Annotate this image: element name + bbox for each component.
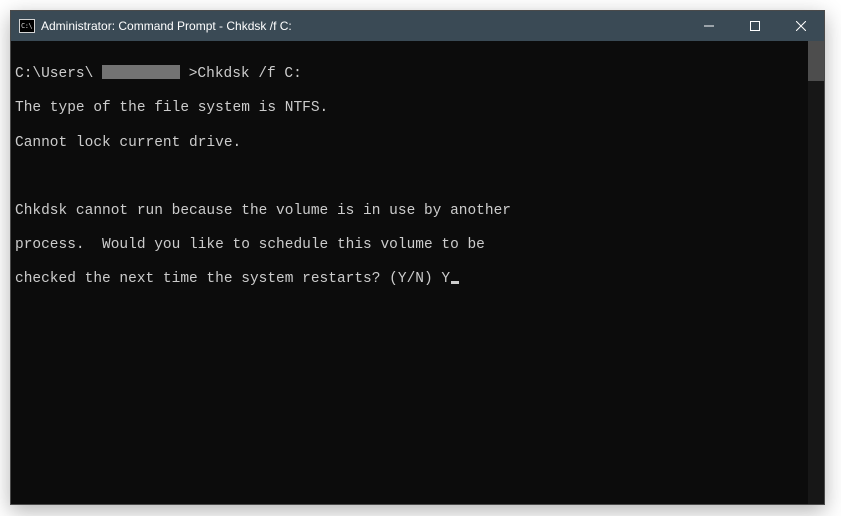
- command-prompt-icon: C:\: [19, 19, 35, 33]
- output-line: Chkdsk cannot run because the volume is …: [15, 203, 804, 220]
- window-controls: [686, 11, 824, 41]
- terminal-output: C:\Users\ >Chkdsk /f C: The type of the …: [11, 41, 808, 504]
- terminal-body[interactable]: C:\Users\ >Chkdsk /f C: The type of the …: [11, 41, 824, 504]
- vertical-scrollbar[interactable]: [808, 41, 824, 504]
- maximize-icon: [750, 21, 760, 31]
- output-line: The type of the file system is NTFS.: [15, 100, 804, 117]
- output-line: checked the next time the system restart…: [15, 271, 441, 287]
- user-response: Y: [441, 271, 450, 287]
- close-button[interactable]: [778, 11, 824, 41]
- redacted-username: [102, 65, 180, 79]
- minimize-icon: [704, 21, 714, 31]
- titlebar[interactable]: C:\ Administrator: Command Prompt - Chkd…: [11, 11, 824, 41]
- output-line: Cannot lock current drive.: [15, 135, 804, 152]
- command-input: Chkdsk /f C:: [197, 66, 301, 82]
- output-line: process. Would you like to schedule this…: [15, 237, 804, 254]
- minimize-button[interactable]: [686, 11, 732, 41]
- prompt-path-prefix: C:\Users\: [15, 66, 102, 82]
- prompt-path-suffix: >: [180, 66, 197, 82]
- command-prompt-window: C:\ Administrator: Command Prompt - Chkd…: [10, 10, 825, 505]
- close-icon: [796, 21, 806, 31]
- text-cursor: [451, 281, 459, 284]
- window-title: Administrator: Command Prompt - Chkdsk /…: [41, 19, 292, 33]
- scrollbar-thumb[interactable]: [808, 41, 824, 81]
- maximize-button[interactable]: [732, 11, 778, 41]
